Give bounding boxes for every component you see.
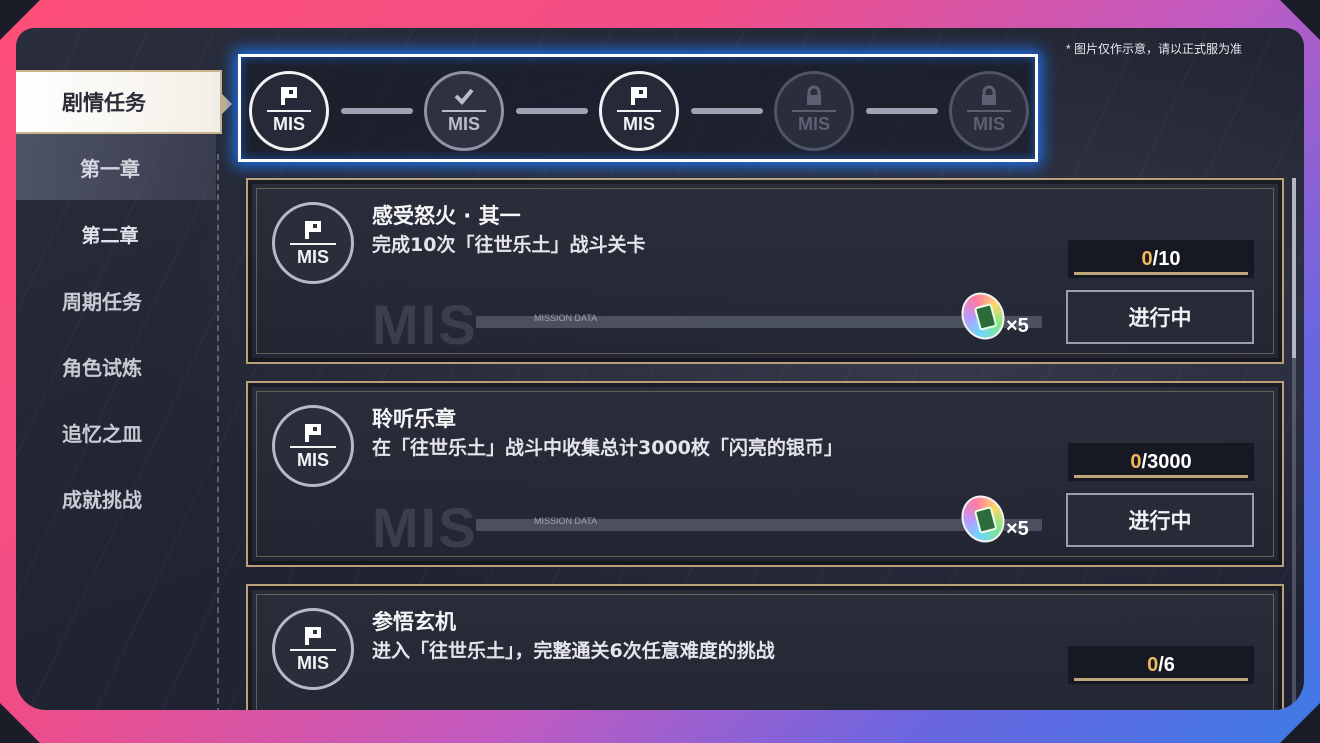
mission-card: MIS 参悟玄机 进入「往世乐土」，完整通关6次任意难度的挑战 0/6 (246, 584, 1284, 710)
mission-description: 在「往世乐土」战斗中收集总计3000枚「闪亮的银币」 (372, 437, 843, 459)
mission-watermark: MIS (372, 293, 478, 356)
checkmark-icon (452, 84, 476, 108)
sidebar-item-character-trials[interactable]: 角色试炼 (16, 336, 216, 396)
mission-data-label: MISSION DATA (534, 516, 598, 526)
sidebar-item-story-missions[interactable]: 剧情任务 (16, 70, 232, 134)
mission-progress-track: MIS MIS MIS MIS MIS (238, 54, 1038, 162)
mission-badge-icon: MIS (272, 608, 354, 690)
mission-card: MIS 聆听乐章 在「往世乐土」战斗中收集总计3000枚「闪亮的银币」 MIS … (246, 381, 1284, 567)
lock-icon (802, 84, 826, 108)
mission-screen: * 图片仅作示意，请以正式服为准 剧情任务 第一章 第二章 周期任务 角色试炼 … (16, 28, 1304, 710)
reward-quantity: ×5 (1006, 315, 1029, 337)
track-node-3[interactable]: MIS (599, 71, 679, 151)
mission-flag-icon (627, 84, 651, 108)
disclaimer-notice: * 图片仅作示意，请以正式服为准 (1065, 42, 1242, 56)
mission-flag-icon (277, 84, 301, 108)
mission-data-label: MISSION DATA (534, 313, 598, 323)
reward-item[interactable]: ×5 (953, 488, 1029, 550)
track-node-2[interactable]: MIS (424, 71, 504, 151)
track-node-5[interactable]: MIS (949, 71, 1029, 151)
crystal-coin-icon (953, 285, 1013, 347)
mission-progress: 0/10 (1068, 240, 1254, 278)
mission-title: 感受怒火 · 其一 (372, 204, 521, 228)
track-connector (516, 108, 588, 114)
mission-status-button[interactable]: 进行中 (1066, 493, 1254, 547)
mission-watermark: MIS (372, 496, 478, 559)
mission-description: 进入「往世乐土」，完整通关6次任意难度的挑战 (372, 640, 775, 662)
mission-badge-icon: MIS (272, 202, 354, 284)
track-node-1[interactable]: MIS (249, 71, 329, 151)
reward-item[interactable]: ×5 (953, 285, 1029, 347)
sidebar-item-achievement-challenges[interactable]: 成就挑战 (16, 468, 216, 528)
mission-progress: 0/3000 (1068, 443, 1254, 481)
mission-title: 聆听乐章 (372, 407, 456, 431)
mission-title: 参悟玄机 (372, 610, 456, 634)
track-connector (341, 108, 413, 114)
sidebar-item-chapter-1[interactable]: 第一章 (16, 134, 216, 200)
mission-category-sidebar: 剧情任务 第一章 第二章 周期任务 角色试炼 追忆之皿 成就挑战 (16, 68, 232, 708)
scrollbar-thumb[interactable] (1292, 178, 1296, 358)
lock-icon (977, 84, 1001, 108)
reward-quantity: ×5 (1006, 518, 1029, 540)
track-node-4[interactable]: MIS (774, 71, 854, 151)
track-connector (691, 108, 763, 114)
track-connector (866, 108, 938, 114)
mission-status-button[interactable]: 进行中 (1066, 290, 1254, 344)
mission-badge-icon: MIS (272, 405, 354, 487)
sidebar-item-chapter-2[interactable]: 第二章 (16, 204, 216, 264)
sidebar-item-memory-dish[interactable]: 追忆之皿 (16, 402, 216, 462)
sidebar-divider (217, 154, 219, 710)
mission-card: MIS 感受怒火 · 其一 完成10次「往世乐土」战斗关卡 MIS MISSIO… (246, 178, 1284, 364)
mission-description: 完成10次「往世乐土」战斗关卡 (372, 234, 646, 256)
mission-progress: 0/6 (1068, 646, 1254, 684)
sidebar-item-periodic-missions[interactable]: 周期任务 (16, 270, 216, 330)
crystal-coin-icon (953, 488, 1013, 550)
